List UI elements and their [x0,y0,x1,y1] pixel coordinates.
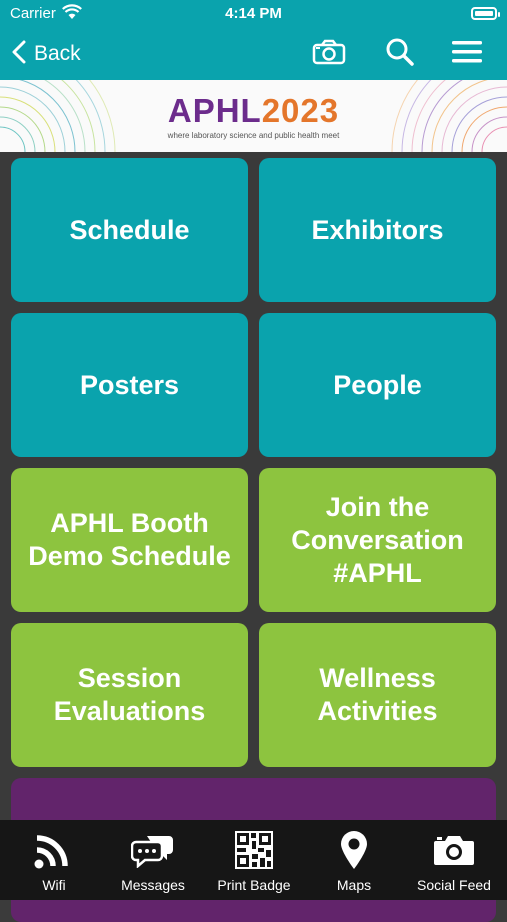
tab-label: Social Feed [417,877,491,893]
tile-session-evaluations[interactable]: Session Evaluations [11,623,248,767]
chevron-left-icon [12,40,26,69]
tile-schedule[interactable]: Schedule [11,158,248,302]
back-label: Back [34,42,81,65]
aphl-2023-logo: APHL2023 [167,92,340,129]
tile-wellness-activities[interactable]: Wellness Activities [259,623,496,767]
tab-social-feed[interactable]: Social Feed [408,820,500,900]
tile-join-conversation[interactable]: Join the Conversation #APHL [259,468,496,612]
tile-exhibitors[interactable]: Exhibitors [259,158,496,302]
map-pin-icon [339,828,369,872]
tab-label: Maps [336,877,372,893]
qr-code-icon [234,828,274,872]
search-icon [385,37,415,72]
tab-print-badge[interactable]: Print Badge [211,820,297,900]
tab-wifi[interactable]: Wifi [24,820,84,900]
tab-label: Messages [121,877,185,893]
menu-button[interactable] [450,38,484,70]
battery-icon [471,7,500,20]
banner-tagline: where laboratory science and public heal… [167,131,340,140]
tab-bar: Wifi Messages Print Badge Maps Social Fe… [0,820,507,900]
camera-button[interactable] [312,38,346,70]
tile-people[interactable]: People [259,313,496,457]
tab-maps[interactable]: Maps [324,820,384,900]
tile-grid: Schedule Exhibitors Posters People APHL … [0,152,507,922]
status-time: 4:14 PM [225,5,282,22]
status-bar: Carrier 4:14 PM [0,0,507,28]
search-button[interactable] [383,38,417,70]
hamburger-menu-icon [451,39,483,70]
tile-booth-demo-schedule[interactable]: APHL Booth Demo Schedule [11,468,248,612]
back-button[interactable]: Back [12,38,81,70]
tab-messages[interactable]: Messages [113,820,193,900]
camera-icon [312,39,346,70]
tab-label: Wifi [42,877,66,893]
tile-posters[interactable]: Posters [11,313,248,457]
nav-bar: Back [0,28,507,80]
wifi-icon [33,828,75,872]
tab-label: Print Badge [217,877,291,893]
conference-banner: APHL2023 where laboratory science and pu… [0,80,507,152]
messages-icon [131,828,175,872]
camera-icon [433,828,475,872]
